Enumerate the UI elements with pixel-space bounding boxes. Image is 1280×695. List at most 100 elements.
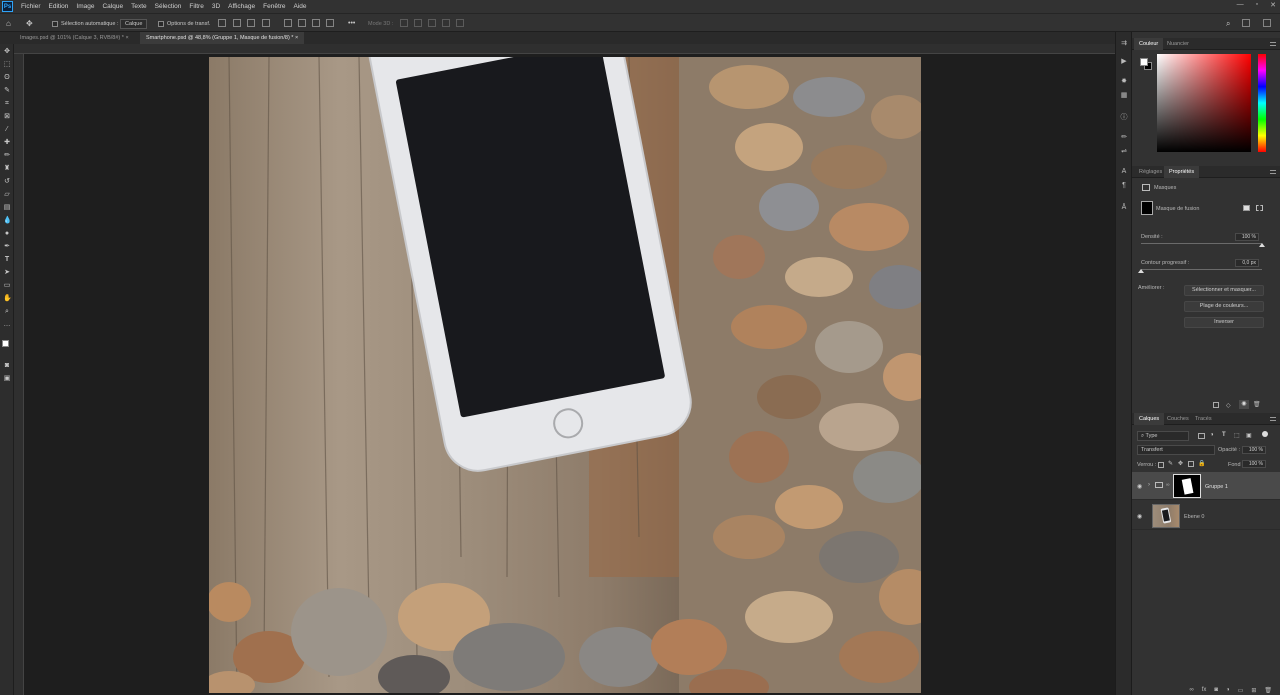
quick-select-tool-icon[interactable]: ✎ [3,87,11,95]
workspace-icon[interactable] [1242,19,1250,27]
pan-3d-icon[interactable] [428,19,436,27]
glyphs-icon[interactable]: Ā [1120,204,1128,212]
history-icon[interactable]: ⇉ [1120,40,1128,48]
expand-chevron-icon[interactable]: › [1148,482,1150,488]
document-image[interactable] [209,57,921,693]
add-mask-icon[interactable]: ◙ [1214,687,1218,695]
more-tools-icon[interactable]: … [3,321,11,329]
hue-slider[interactable] [1258,54,1266,152]
vector-mask-icon[interactable] [1256,205,1263,211]
search-icon[interactable]: ⌕ [1226,18,1230,29]
layer-style-icon[interactable]: fx [1202,687,1207,695]
feather-slider-knob[interactable] [1138,269,1144,273]
tab-couleur[interactable]: Couleur [1134,38,1164,50]
load-selection-icon[interactable] [1213,402,1219,408]
close-icon[interactable]: ✕ [1270,1,1276,9]
brush-tool-icon[interactable]: ✏ [3,152,11,160]
eyedropper-tool-icon[interactable]: ⁄ [3,126,11,134]
eraser-tool-icon[interactable]: ▱ [3,191,11,199]
panel-menu-icon[interactable] [1270,417,1276,421]
visibility-icon[interactable]: ◉ [1239,400,1249,409]
distribute-spacing-icon[interactable] [326,19,334,27]
healing-tool-icon[interactable]: ✚ [3,139,11,147]
lock-all-icon[interactable]: 🔒 [1198,460,1205,467]
filter-toggle[interactable] [1262,431,1268,437]
crop-tool-icon[interactable]: ⌗ [3,100,11,108]
character-icon[interactable]: A [1120,168,1128,176]
align-right-icon[interactable] [247,19,255,27]
density-value[interactable]: 100 % [1235,233,1259,241]
select-and-mask-button[interactable]: Sélectionner et masquer... [1184,285,1264,296]
panel-menu-icon[interactable] [1270,42,1276,46]
lock-position-icon[interactable]: ✥ [1178,460,1183,467]
menu-selection[interactable]: Sélection [151,3,186,10]
align-top-icon[interactable] [262,19,270,27]
menu-fenetre[interactable]: Fenêtre [259,3,289,10]
color-picker-field[interactable] [1157,54,1251,152]
tab-couches[interactable]: Couches [1162,413,1194,425]
align-left-icon[interactable] [218,19,226,27]
mask-thumbnail[interactable] [1141,201,1153,215]
filter-shape-icon[interactable]: ⬚ [1234,432,1240,439]
density-slider-knob[interactable] [1259,243,1265,247]
brush-settings-icon[interactable]: ✸ [1120,78,1128,86]
menu-edition[interactable]: Edition [45,3,73,10]
distribute-bottom-icon[interactable] [312,19,320,27]
tab-images[interactable]: Images.psd @ 101% (Calque 3, RVB/8#) * × [14,32,135,44]
group-mask-thumbnail[interactable] [1173,474,1201,498]
new-layer-icon[interactable]: ⊞ [1251,687,1256,695]
gradient-tool-icon[interactable]: ▤ [3,204,11,212]
maximize-icon[interactable]: ▫ [1256,1,1258,9]
pixel-mask-icon[interactable] [1243,205,1250,211]
layer-filter-dropdown[interactable]: ⌕ Type [1137,431,1189,441]
fill-value[interactable]: 100 % [1242,460,1266,468]
path-select-tool-icon[interactable]: ➤ [3,269,11,277]
tab-nuancier[interactable]: Nuancier [1162,38,1194,50]
tab-close-icon[interactable]: × [295,35,298,41]
adjustment-layer-icon[interactable]: ◑ [1226,687,1230,695]
tab-proprietes[interactable]: Propriétés [1164,166,1200,178]
move-tool-icon[interactable]: ✥ [26,18,33,29]
eye-icon[interactable]: ◉ [1137,483,1142,490]
clone-source-icon[interactable]: ▦ [1120,92,1128,100]
more-options[interactable]: ••• [348,18,355,29]
quick-mask-icon[interactable]: ◙ [3,362,11,370]
stamp-tool-icon[interactable]: ♜ [3,165,11,173]
minimize-icon[interactable]: — [1237,1,1244,9]
tab-smartphone[interactable]: Smartphone.psd @ 48,8% (Gruppe 1, Masque… [140,32,305,44]
paragraph-icon[interactable]: ¶ [1120,182,1128,190]
apply-mask-icon[interactable]: ◇ [1226,402,1231,409]
menu-image[interactable]: Image [72,3,98,10]
share-icon[interactable] [1263,19,1271,27]
layer-row-gruppe-1[interactable]: ◉ › ∞ Gruppe 1 [1132,472,1280,500]
canvas-area[interactable] [24,54,1115,695]
blend-mode-dropdown[interactable]: Transfert [1137,445,1215,455]
density-slider-track[interactable] [1141,243,1262,244]
roll-3d-icon[interactable] [414,19,422,27]
move-tool-icon[interactable]: ✥ [3,48,11,56]
lasso-tool-icon[interactable]: ʘ [3,74,11,82]
delete-mask-icon[interactable]: 🗑 [1253,401,1261,408]
brushes-icon[interactable]: ✏ [1120,134,1128,142]
tab-close-icon[interactable]: × [125,35,128,41]
scale-3d-icon[interactable] [456,19,464,27]
transform-checkbox[interactable]: Options de transf. [158,18,210,29]
shape-tool-icon[interactable]: ▭ [3,282,11,290]
type-tool-icon[interactable]: T [3,256,11,264]
blur-tool-icon[interactable]: 💧 [3,217,12,225]
distribute-top-icon[interactable] [284,19,292,27]
menu-texte[interactable]: Texte [127,3,151,10]
auto-select-dropdown[interactable]: Calque [120,18,148,29]
actions-icon[interactable]: ▶ [1120,58,1128,66]
menu-3d[interactable]: 3D [208,3,224,10]
menu-filtre[interactable]: Filtre [185,3,207,10]
pen-tool-icon[interactable]: ✒ [3,243,11,251]
filter-smart-icon[interactable]: ▣ [1246,432,1252,439]
filter-adjust-icon[interactable]: ◑ [1210,432,1214,438]
screen-mode-icon[interactable]: ▣ [3,375,11,383]
marquee-tool-icon[interactable]: ⬚ [3,61,11,69]
history-brush-tool-icon[interactable]: ↺ [3,178,11,186]
lock-artboard-icon[interactable] [1188,461,1194,467]
menu-aide[interactable]: Aide [290,3,311,10]
foreground-color-swatch[interactable] [2,340,9,347]
